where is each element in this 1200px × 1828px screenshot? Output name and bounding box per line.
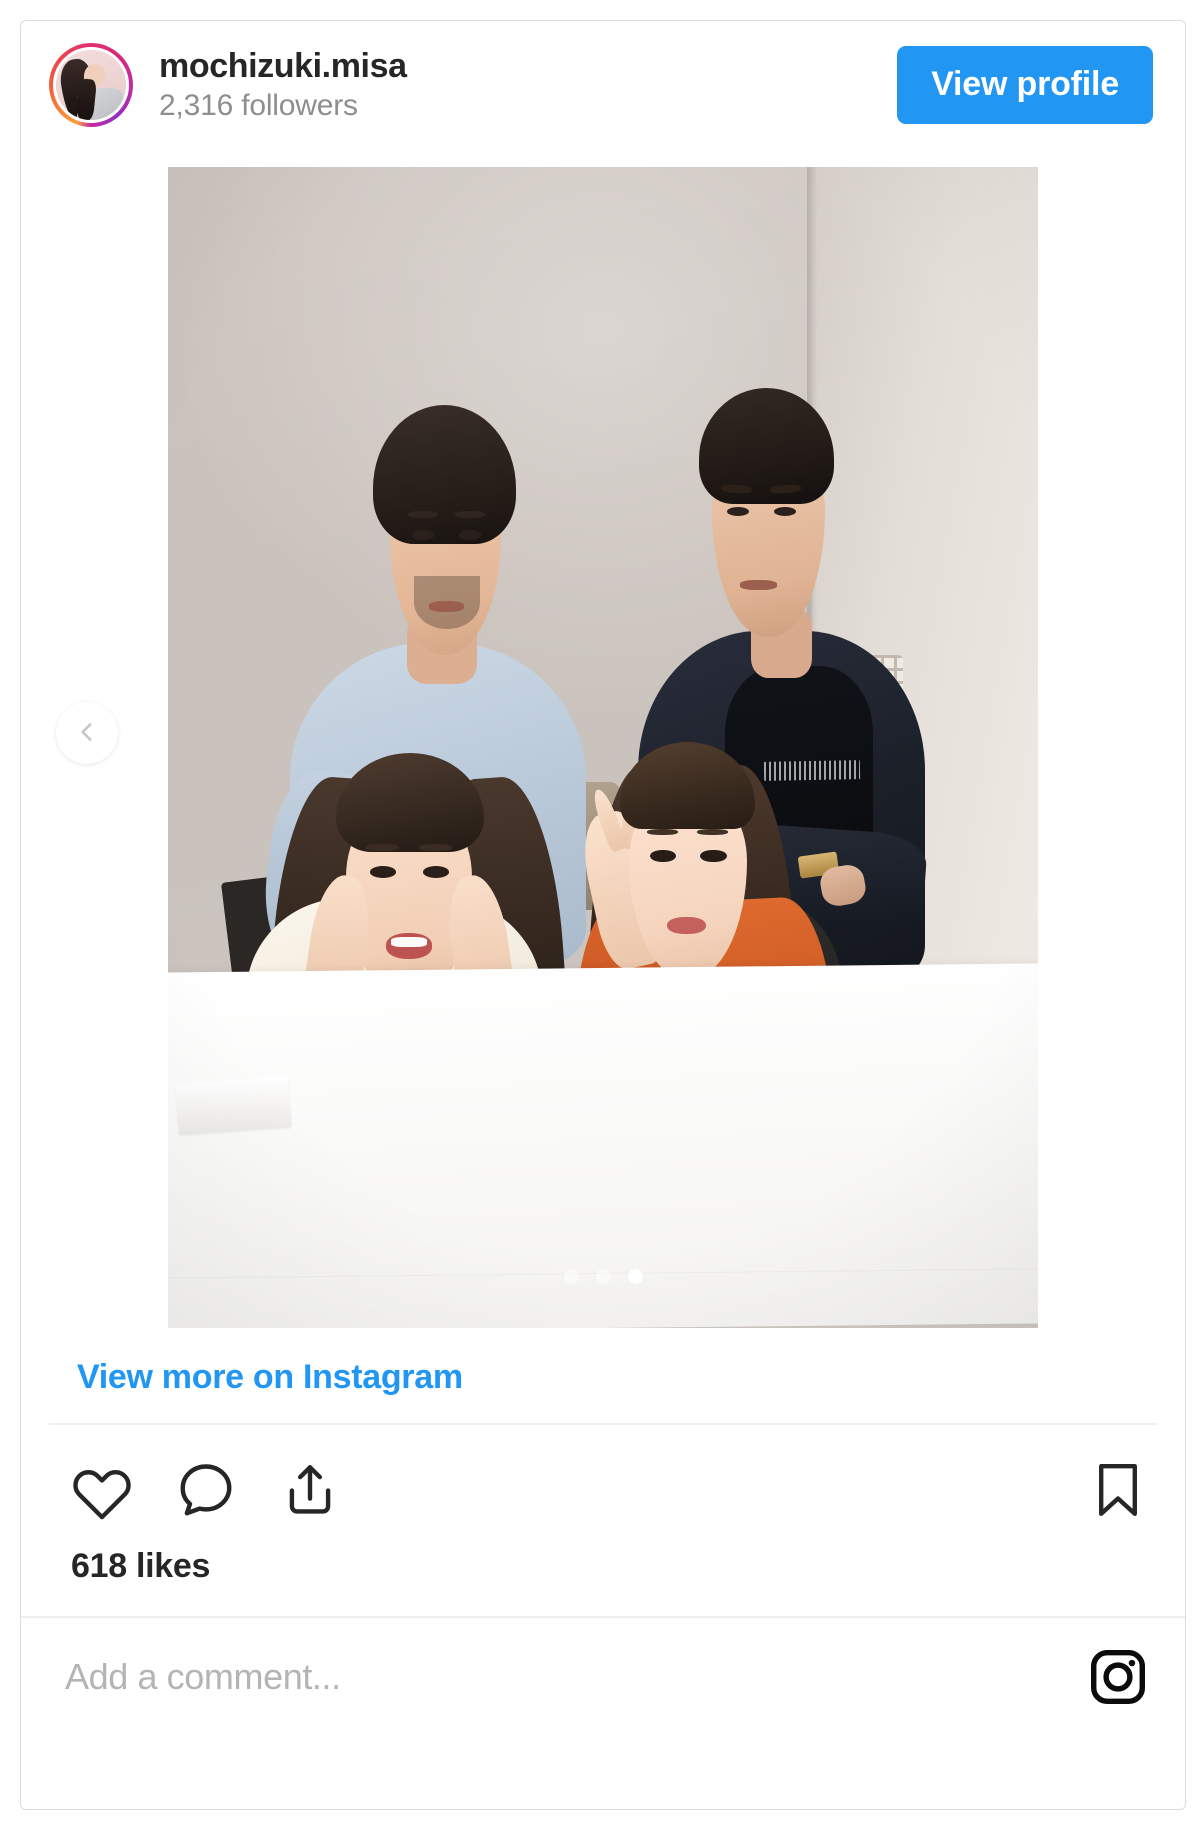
chevron-left-icon [74,719,100,748]
share-icon [279,1465,341,1524]
photo-person4-brow-right [696,828,729,836]
post-media[interactable] [21,148,1185,1330]
photo-napkin [175,1075,292,1135]
save-button[interactable] [1087,1459,1149,1521]
photo-person3-brow-left [366,843,400,851]
post-header: mochizuki.misa 2,316 followers View prof… [21,21,1185,148]
add-comment-row [21,1616,1185,1736]
like-button[interactable] [71,1459,133,1521]
photo-person4-mouth [667,917,706,935]
action-icon-group [71,1459,341,1521]
view-profile-button[interactable]: View profile [897,45,1153,124]
bookmark-icon [1087,1464,1149,1524]
post-actions [21,1425,1185,1521]
carousel-dot-2[interactable] [595,1269,611,1284]
post-photo[interactable] [168,167,1038,1328]
photo-person1-mouth [429,601,464,612]
photo-person4-brow-left [646,828,678,836]
carousel-dot-3[interactable] [627,1269,643,1284]
photo-person3-eye-right [422,865,449,878]
open-instagram-button[interactable] [1087,1646,1149,1708]
avatar[interactable] [49,42,133,127]
photo-person1-brow-left [408,510,438,518]
photo-person2-mouth [740,580,777,590]
comment-input[interactable] [65,1656,1087,1698]
heart-icon [71,1470,133,1524]
photo-person3-eye-left [369,865,396,878]
carousel-dot-1[interactable] [563,1269,579,1284]
account-info: mochizuki.misa 2,316 followers [159,47,897,123]
screenshot-root: mochizuki.misa 2,316 followers View prof… [0,0,1200,1828]
account-username[interactable]: mochizuki.misa [159,47,897,85]
photo-person3-brow-right [419,843,453,851]
view-more-row: View more on Instagram [21,1330,1185,1423]
comment-bubble-icon [175,1464,237,1524]
photo-person4-eye-right [700,849,727,863]
photo-person2-shirt-print [763,760,860,781]
view-more-on-instagram-link[interactable]: View more on Instagram [77,1358,463,1396]
carousel-prev-button[interactable] [56,702,118,764]
carousel-dots [168,1269,1038,1284]
account-followers: 2,316 followers [159,88,358,122]
photo-person3-teeth [390,936,428,948]
share-button[interactable] [279,1459,341,1521]
comment-button[interactable] [175,1459,237,1521]
photo-person1-brow-right [455,510,485,518]
avatar-image [53,46,129,123]
instagram-embed-card: mochizuki.misa 2,316 followers View prof… [20,20,1186,1810]
instagram-logo-icon [1087,1650,1149,1711]
likes-count: 618 likes [71,1547,211,1585]
